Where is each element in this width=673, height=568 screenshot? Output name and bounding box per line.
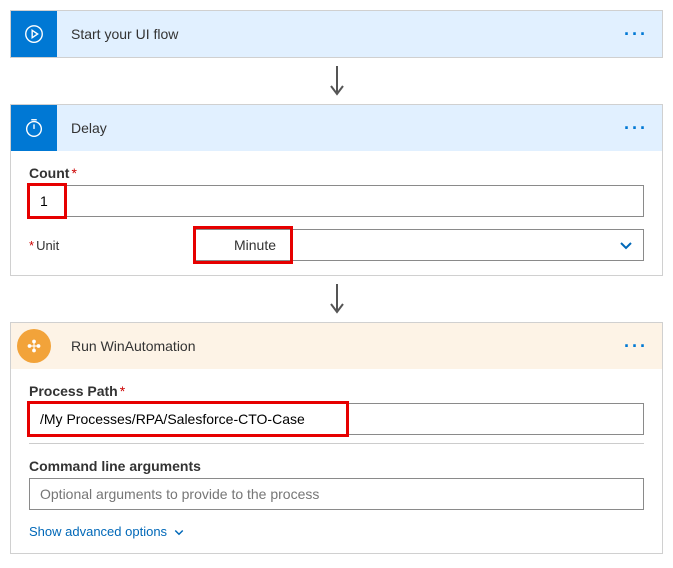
connector-arrow: [10, 58, 663, 104]
card-run-winautomation: Run WinAutomation ··· Process Path Comma…: [10, 322, 663, 554]
card-header[interactable]: Delay ···: [11, 105, 662, 151]
card-header[interactable]: Run WinAutomation ···: [11, 323, 662, 369]
chevron-down-icon: [618, 237, 634, 258]
more-menu-icon[interactable]: ···: [624, 118, 648, 139]
cmd-args-label: Command line arguments: [29, 458, 644, 474]
card-title: Delay: [57, 120, 624, 136]
card-body: Count Unit Minute: [11, 151, 662, 275]
card-title: Start your UI flow: [57, 26, 624, 42]
automation-icon: [17, 329, 51, 363]
show-advanced-link[interactable]: Show advanced options: [29, 524, 644, 539]
card-delay: Delay ··· Count Unit Minute: [10, 104, 663, 276]
cmd-args-input[interactable]: Optional arguments to provide to the pro…: [29, 478, 644, 510]
count-input[interactable]: [29, 185, 644, 217]
play-icon: [11, 11, 57, 57]
unit-select[interactable]: Minute: [193, 229, 644, 261]
unit-value: Minute: [234, 237, 276, 253]
connector-arrow: [10, 276, 663, 322]
count-label: Count: [29, 165, 644, 181]
more-menu-icon[interactable]: ···: [624, 24, 648, 45]
more-menu-icon[interactable]: ···: [624, 336, 648, 357]
process-path-input[interactable]: [29, 403, 644, 435]
unit-label: Unit: [29, 238, 179, 253]
card-body: Process Path Command line arguments Opti…: [11, 369, 662, 553]
card-header[interactable]: Start your UI flow ···: [11, 11, 662, 57]
process-path-label: Process Path: [29, 383, 644, 399]
chevron-down-icon: [173, 526, 185, 538]
card-title: Run WinAutomation: [57, 338, 624, 354]
card-start-ui-flow: Start your UI flow ···: [10, 10, 663, 58]
timer-icon: [11, 105, 57, 151]
